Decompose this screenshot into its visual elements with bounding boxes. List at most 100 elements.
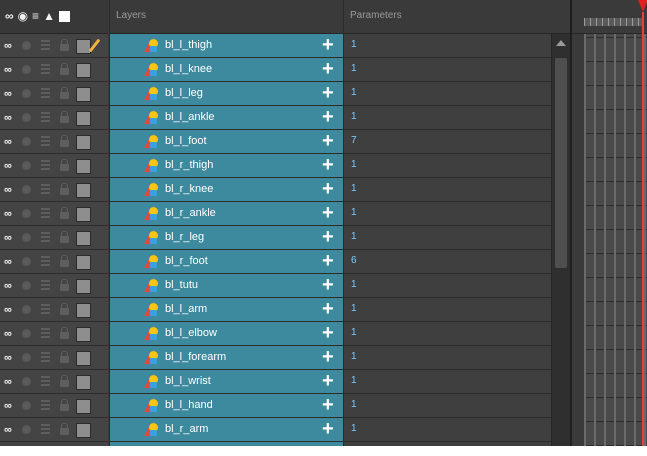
layer-name[interactable]: bl_l_thigh xyxy=(165,39,212,51)
parameter-cell[interactable]: 1 xyxy=(343,226,552,249)
layer-cell[interactable]: bl_r_arm + xyxy=(109,418,343,441)
lock-icon[interactable] xyxy=(60,87,69,99)
add-icon[interactable]: + xyxy=(322,347,334,367)
add-icon[interactable]: + xyxy=(322,395,334,415)
layer-row[interactable]: ∞ bl_l_forearm +1 xyxy=(0,346,569,370)
stack-icon[interactable] xyxy=(41,280,50,290)
add-icon[interactable]: + xyxy=(322,131,334,151)
color-swatch-icon[interactable] xyxy=(76,351,91,366)
lock-icon[interactable] xyxy=(60,399,69,411)
add-icon[interactable]: + xyxy=(322,371,334,391)
lock-icon[interactable] xyxy=(60,207,69,219)
layer-row[interactable]: ∞ bl_l_foot +7 xyxy=(0,130,569,154)
layer-name[interactable]: bl_r_foot xyxy=(165,255,208,267)
layer-row[interactable]: ∞ bl_r_foot +6 xyxy=(0,250,569,274)
layer-cell[interactable]: bl_l_hand + xyxy=(109,394,343,417)
layer-cell[interactable]: bl_l_thigh + xyxy=(109,34,343,57)
stack-icon[interactable] xyxy=(41,160,50,170)
color-swatch-icon[interactable] xyxy=(76,207,91,222)
layer-row[interactable]: ∞ bl_r_arm +1 xyxy=(0,418,569,442)
scrollbar-thumb[interactable] xyxy=(555,58,567,268)
lock-icon[interactable] xyxy=(60,423,69,435)
layer-name[interactable]: bl_l_forearm xyxy=(165,351,226,363)
parameter-cell[interactable]: 1 xyxy=(343,418,552,441)
stack-icon[interactable] xyxy=(41,184,50,194)
color-swatch-icon[interactable] xyxy=(76,327,91,342)
add-icon[interactable]: + xyxy=(322,323,334,343)
eye-icon[interactable]: ∞ xyxy=(4,184,12,196)
layer-cell[interactable]: bl_l_arm + xyxy=(109,298,343,321)
eye-icon[interactable]: ∞ xyxy=(4,232,12,244)
layer-cell[interactable]: bl_l_ankle + xyxy=(109,106,343,129)
lock-icon[interactable] xyxy=(60,375,69,387)
frame-ruler[interactable] xyxy=(572,0,647,34)
parameter-cell[interactable]: 1 xyxy=(343,202,552,225)
layer-name[interactable]: bl_l_elbow xyxy=(165,327,217,339)
add-icon[interactable]: + xyxy=(322,107,334,127)
add-icon[interactable]: + xyxy=(322,155,334,175)
layer-row[interactable]: ∞ bl_r_thigh +1 xyxy=(0,154,569,178)
lock-icon[interactable] xyxy=(60,255,69,267)
stack-icon[interactable] xyxy=(41,88,50,98)
layer-row[interactable]: ∞ bl_l_elbow +1 xyxy=(0,322,569,346)
color-swatch-icon[interactable] xyxy=(76,231,91,246)
parameter-cell[interactable]: 1 xyxy=(343,58,552,81)
layer-row[interactable]: ∞ bl_l_thigh +1 xyxy=(0,34,569,58)
stack-icon[interactable] xyxy=(41,64,50,74)
layer-cell[interactable]: bl_r_foot + xyxy=(109,250,343,273)
lock-icon[interactable]: ▲ xyxy=(43,9,55,23)
circle-icon[interactable]: ◉ xyxy=(18,9,28,23)
lock-icon[interactable] xyxy=(60,159,69,171)
color-swatch-icon[interactable] xyxy=(76,87,91,102)
timeline-panel[interactable] xyxy=(570,0,647,446)
stack-icon[interactable] xyxy=(41,232,50,242)
eye-icon[interactable]: ∞ xyxy=(4,304,12,316)
layer-name[interactable]: bl_l_wrist xyxy=(165,375,211,387)
add-icon[interactable]: + xyxy=(322,299,334,319)
color-swatch-icon[interactable] xyxy=(76,111,91,126)
layer-name[interactable]: bl_l_hand xyxy=(165,399,213,411)
lock-icon[interactable] xyxy=(60,111,69,123)
stack-icon[interactable] xyxy=(41,304,50,314)
parameter-cell[interactable]: 1 xyxy=(343,82,552,105)
layer-cell[interactable]: bl_tutu + xyxy=(109,274,343,297)
layer-name[interactable]: bl_l_foot xyxy=(165,135,207,147)
layer-cell[interactable]: bl_r_leg + xyxy=(109,226,343,249)
layer-name[interactable]: bl_r_ankle xyxy=(165,207,216,219)
lock-icon[interactable] xyxy=(60,279,69,291)
dot-icon[interactable] xyxy=(22,161,31,170)
stack-icon[interactable] xyxy=(41,376,50,386)
stack-icon[interactable] xyxy=(41,352,50,362)
color-swatch-icon[interactable] xyxy=(76,159,91,174)
color-swatch-icon[interactable] xyxy=(76,303,91,318)
parameter-cell[interactable]: 1 xyxy=(343,178,552,201)
parameter-cell[interactable]: 1 xyxy=(343,370,552,393)
parameter-cell[interactable]: 7 xyxy=(343,130,552,153)
layer-row[interactable]: ∞ bl_r_ankle +1 xyxy=(0,202,569,226)
lock-icon[interactable] xyxy=(60,231,69,243)
eye-icon[interactable]: ∞ xyxy=(4,424,12,436)
layer-name[interactable]: bl_tutu xyxy=(165,279,198,291)
layer-name[interactable]: bl_l_ankle xyxy=(165,111,215,123)
layer-name[interactable]: bl_r_knee xyxy=(165,183,213,195)
color-swatch-icon[interactable] xyxy=(76,375,91,390)
color-swatch-icon[interactable] xyxy=(58,10,70,22)
dot-icon[interactable] xyxy=(22,65,31,74)
eye-icon[interactable]: ∞ xyxy=(4,64,12,76)
add-icon[interactable]: + xyxy=(322,419,334,439)
layer-cell[interactable]: bl_l_foot + xyxy=(109,130,343,153)
frame-cells[interactable] xyxy=(584,34,647,446)
eye-icon[interactable]: ∞ xyxy=(4,160,12,172)
layer-row[interactable]: ∞ bl_l_arm +1 xyxy=(0,298,569,322)
scroll-up-icon[interactable] xyxy=(556,40,566,46)
stack-icon[interactable] xyxy=(41,424,50,434)
parameter-cell[interactable]: 6 xyxy=(343,250,552,273)
lock-icon[interactable] xyxy=(60,183,69,195)
color-swatch-icon[interactable] xyxy=(76,183,91,198)
layer-row[interactable]: ∞ bl_tutu +1 xyxy=(0,274,569,298)
layer-row[interactable]: ∞ bl_r_leg +1 xyxy=(0,226,569,250)
lock-icon[interactable] xyxy=(60,39,69,51)
stack-icon[interactable] xyxy=(41,40,50,50)
dot-icon[interactable] xyxy=(22,89,31,98)
add-icon[interactable]: + xyxy=(322,203,334,223)
